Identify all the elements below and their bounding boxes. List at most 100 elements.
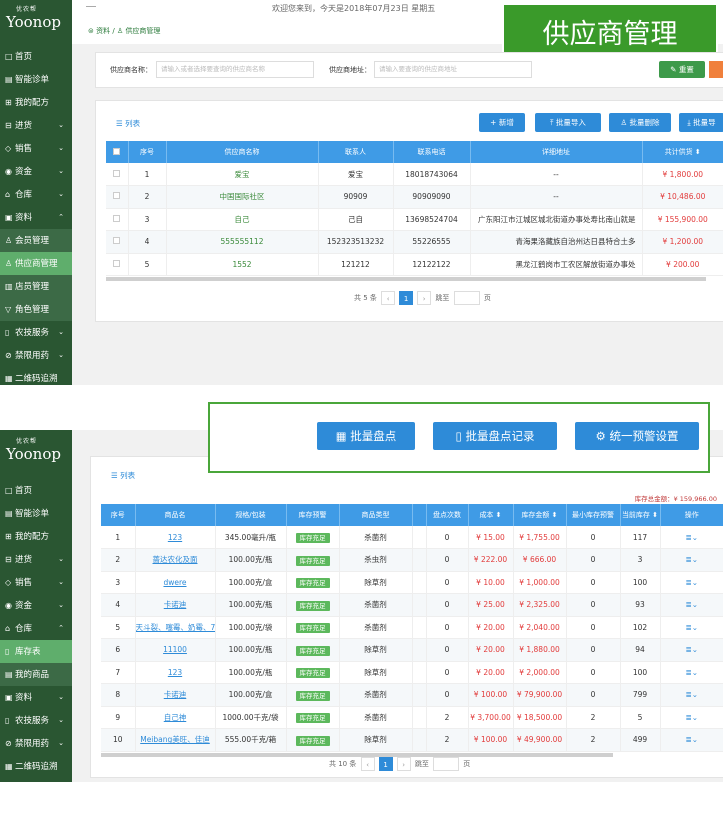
table-cell[interactable]: 123 <box>135 526 216 549</box>
bottom-nav-item[interactable]: ▯ 库存表 <box>0 640 72 663</box>
row-menu-icon[interactable]: ≣⌄ <box>660 526 723 549</box>
top-nav-item[interactable]: ♙ 供应商管理 <box>0 252 72 275</box>
bottom-nav-item[interactable]: ◇ 销售 ⌄ <box>0 571 72 594</box>
table-row[interactable]: 5 天斗裂、噻霉、奶霉、7 100.00克/袋 库存充足 杀菌剂 0 ¥ 20.00 ¥ 2,… <box>101 616 723 639</box>
bottom-nav-item[interactable]: ▤ 我的商品 <box>0 663 72 686</box>
current-sort-icon[interactable]: ⬍ <box>652 511 658 519</box>
row-checkbox[interactable] <box>113 192 121 200</box>
inv-col-current[interactable]: 当前库存 ⬍ <box>620 504 661 526</box>
table-row[interactable]: 1 123 345.00毫升/瓶 库存充足 杀菌剂 0 ¥ 15.00 ¥ 1,755.00 0… <box>101 526 723 549</box>
table-cell[interactable]: 123 <box>135 661 216 684</box>
inv-col-amount[interactable]: 库存金额 ⬍ <box>513 504 567 526</box>
table-row[interactable]: 7 123 100.00克/瓶 库存充足 除草剂 0 ¥ 20.00 ¥ 2,000.00 0 1… <box>101 661 723 684</box>
top-nav-item[interactable]: ⌂ 仓库 ⌄ <box>0 183 72 206</box>
table-row[interactable]: 10 Meibang美旺、佳迪 555.00千克/箱 库存充足 除草剂 2 ¥ 100.00… <box>101 728 723 752</box>
row-menu-icon[interactable]: ≣⌄ <box>660 571 723 594</box>
table-row[interactable]: 3 自己 己自 13698524704 广东阳江市江城区城北街道办事处寿比南山就是 ¥ 1… <box>106 208 723 231</box>
select-all-checkbox[interactable] <box>113 147 121 155</box>
bottom-nav-item[interactable]: ⊟ 进货 ⌄ <box>0 548 72 571</box>
inv-next-page-button[interactable]: › <box>396 757 411 771</box>
row-menu-icon[interactable]: ≣⌄ <box>660 638 723 662</box>
row-checkbox[interactable] <box>113 169 121 177</box>
inv-col-cost[interactable]: 成本 ⬍ <box>468 504 514 526</box>
table-cell[interactable]: 天斗裂、噻霉、奶霉、7 <box>135 616 216 639</box>
row-checkbox[interactable] <box>113 259 121 267</box>
prev-page-button[interactable]: ‹ <box>381 291 396 305</box>
batch-delete-button[interactable]: ♙ 批量删除 <box>609 113 671 132</box>
col-total-supply[interactable]: 共计供货 ⬍ <box>642 141 723 163</box>
row-menu-icon[interactable]: ≣⌄ <box>660 728 723 752</box>
next-page-button[interactable]: › <box>417 291 432 305</box>
horizontal-scrollbar[interactable] <box>106 277 706 281</box>
table-row[interactable]: 2 蔷达农化及面 100.00克/瓶 库存充足 杀虫剂 0 ¥ 222.00 ¥ 666.00… <box>101 548 723 572</box>
top-nav-item[interactable]: ⊞ 我的配方 <box>0 91 72 114</box>
select-all-cell[interactable] <box>106 141 129 163</box>
top-nav-item[interactable]: ▥ 店员管理 <box>0 275 72 298</box>
inventory-horizontal-scrollbar[interactable] <box>101 752 613 757</box>
table-cell[interactable]: 自己神 <box>135 706 216 729</box>
row-select-cell[interactable] <box>106 253 129 276</box>
bottom-nav-item[interactable]: ◉ 资金 ⌄ <box>0 594 72 617</box>
table-row[interactable]: 4 555555112 152323513232 55226555 青海果洛藏族自治州达… <box>106 230 723 254</box>
bottom-nav-item[interactable]: ▤ 智能诊单 <box>0 502 72 525</box>
top-nav-item[interactable]: ⊘ 禁限用药 ⌄ <box>0 344 72 367</box>
sort-icon[interactable]: ⬍ <box>695 148 701 156</box>
batch-import-button[interactable]: ⤒ 批量导入 <box>535 113 601 132</box>
row-select-cell[interactable] <box>106 208 129 231</box>
stocktake-record-button[interactable]: ▯ 批量盘点记录 <box>433 422 557 450</box>
bottom-nav-item[interactable]: ▣ 资料 ⌄ <box>0 686 72 709</box>
batch-export-button[interactable]: ⤓ 批量导 <box>679 113 723 132</box>
cost-sort-icon[interactable]: ⬍ <box>496 511 502 519</box>
table-cell[interactable]: 卡诺迪 <box>135 593 216 617</box>
inv-prev-page-button[interactable]: ‹ <box>360 757 375 771</box>
table-row[interactable]: 2 中国国际社区 90909 90909090 -- ¥ 10,486.00 <box>106 185 723 209</box>
jump-page-input[interactable] <box>453 291 480 305</box>
top-nav-item[interactable]: ▦ 二维码追溯 <box>0 367 72 390</box>
table-row[interactable]: 3 dwere 100.00克/盒 库存充足 除草剂 0 ¥ 10.00 ¥ 1,000.00… <box>101 571 723 594</box>
table-row[interactable]: 1 爱宝 爱宝 18018743064 -- ¥ 1,800.00 <box>106 163 723 186</box>
row-menu-icon[interactable]: ≣⌄ <box>660 683 723 707</box>
bottom-nav-item[interactable]: □ 首页 <box>0 479 72 502</box>
top-nav-item[interactable]: ♙ 会员管理 <box>0 229 72 252</box>
reset-button[interactable]: ✎ 重置 <box>659 61 705 78</box>
table-row[interactable]: 8 卡诺迪 100.00克/盒 库存充足 杀菌剂 0 ¥ 100.00 ¥ 79,900.00… <box>101 683 723 707</box>
table-row[interactable]: 4 卡诺迪 100.00克/瓶 库存充足 杀菌剂 0 ¥ 25.00 ¥ 2,325.00 0 9… <box>101 593 723 617</box>
table-cell[interactable]: 卡诺迪 <box>135 683 216 707</box>
table-row[interactable]: 9 自己神 1000.00千克/袋 库存充足 杀菌剂 2 ¥ 3,700.00 ¥ 18,50… <box>101 706 723 729</box>
table-cell[interactable]: dwere <box>135 571 216 594</box>
top-nav-item[interactable]: ◉ 资金 ⌄ <box>0 160 72 183</box>
orange-button-edge[interactable] <box>709 61 723 78</box>
top-nav-item[interactable]: ◇ 销售 ⌄ <box>0 137 72 160</box>
row-menu-icon[interactable]: ≣⌄ <box>660 548 723 572</box>
bottom-nav-item[interactable]: § 许可证申请 <box>0 778 72 801</box>
top-nav-item[interactable]: ⊟ 进货 ⌄ <box>0 114 72 137</box>
row-menu-icon[interactable]: ≣⌄ <box>660 706 723 729</box>
supplier-name-input[interactable]: 请输入或者选择要查询的供应商名称 <box>156 61 314 78</box>
row-checkbox[interactable] <box>113 237 121 245</box>
top-nav-item[interactable]: □ 首页 <box>0 45 72 68</box>
bottom-nav-item[interactable]: ⌂ 仓库 ⌃ <box>0 617 72 640</box>
add-button[interactable]: + 新增 <box>479 113 525 132</box>
table-cell[interactable]: 11100 <box>135 638 216 662</box>
table-cell[interactable]: Meibang美旺、佳迪 <box>135 728 216 752</box>
table-cell[interactable]: 蔷达农化及面 <box>135 548 216 572</box>
bottom-nav-item[interactable]: ⊞ 我的配方 <box>0 525 72 548</box>
supplier-address-input[interactable]: 请输入要查询的供应商地址 <box>374 61 532 78</box>
bottom-nav-item[interactable]: ⊘ 禁限用药 ⌄ <box>0 732 72 755</box>
row-select-cell[interactable] <box>106 185 129 209</box>
row-menu-icon[interactable]: ≣⌄ <box>660 593 723 617</box>
top-nav-item[interactable]: ▣ 资料 ⌃ <box>0 206 72 229</box>
row-select-cell[interactable] <box>106 163 129 186</box>
table-row[interactable]: 5 1552 121212 12122122 黑龙江鹤岗市工农区解放街道办事处 ¥ 200… <box>106 253 723 276</box>
row-checkbox[interactable] <box>113 214 121 222</box>
table-row[interactable]: 6 11100 100.00克/瓶 库存充足 除草剂 0 ¥ 20.00 ¥ 1,880.00… <box>101 638 723 662</box>
row-menu-icon[interactable]: ≣⌄ <box>660 661 723 684</box>
bottom-nav-item[interactable]: ▯ 农技服务 ⌄ <box>0 709 72 732</box>
row-select-cell[interactable] <box>106 230 129 254</box>
warning-settings-button[interactable]: ⚙ 统一预警设置 <box>575 422 699 450</box>
amount-sort-icon[interactable]: ⬍ <box>552 511 558 519</box>
top-nav-item[interactable]: ▯ 农技服务 ⌄ <box>0 321 72 344</box>
batch-stocktake-button[interactable]: ▦ 批量盘点 <box>317 422 415 450</box>
page-1-button[interactable]: 1 <box>399 291 414 305</box>
inv-page-1-button[interactable]: 1 <box>378 757 393 771</box>
